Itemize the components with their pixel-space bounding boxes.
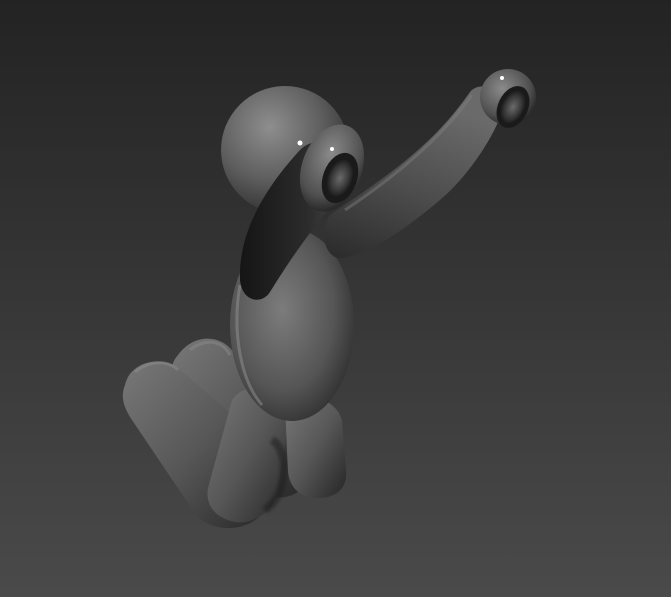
figure-render: [0, 0, 671, 597]
render-viewport: [0, 0, 671, 597]
